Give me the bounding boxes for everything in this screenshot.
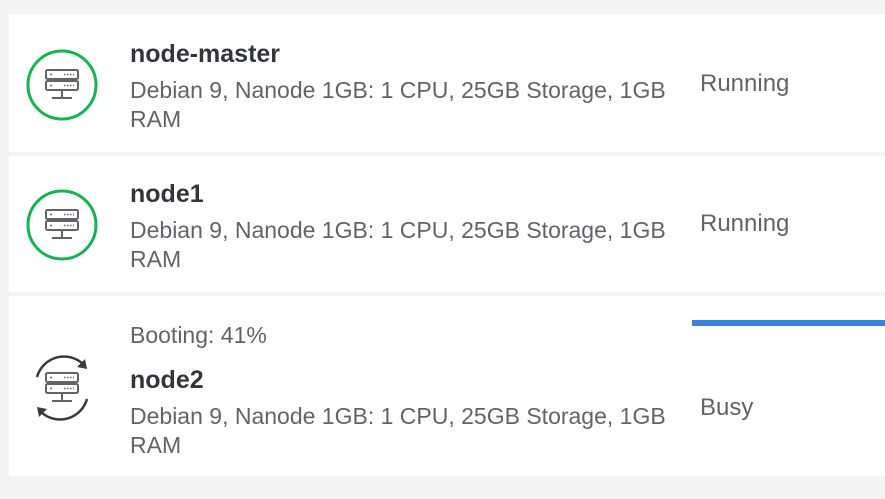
linode-row-node1[interactable]: node1 Debian 9, Nanode 1GB: 1 CPU, 25GB … bbox=[9, 156, 885, 292]
server-running-icon bbox=[25, 48, 99, 122]
server-running-icon bbox=[25, 188, 99, 262]
linode-row-node-master[interactable]: node-master Debian 9, Nanode 1GB: 1 CPU,… bbox=[9, 14, 885, 152]
server-busy-icon bbox=[25, 351, 99, 425]
linode-specs: Debian 9, Nanode 1GB: 1 CPU, 25GB Storag… bbox=[130, 217, 666, 272]
linode-status: Running bbox=[700, 70, 790, 97]
linode-name[interactable]: node1 bbox=[130, 180, 204, 209]
linode-specs: Debian 9, Nanode 1GB: 1 CPU, 25GB Storag… bbox=[130, 403, 666, 458]
linode-status: Busy bbox=[700, 394, 754, 421]
linode-list: node-master Debian 9, Nanode 1GB: 1 CPU,… bbox=[0, 0, 885, 499]
boot-progress-fill bbox=[692, 320, 885, 326]
linode-specs: Debian 9, Nanode 1GB: 1 CPU, 25GB Storag… bbox=[130, 77, 666, 132]
linode-name[interactable]: node2 bbox=[130, 366, 204, 395]
boot-progress-bar bbox=[692, 320, 885, 326]
booting-progress-text: Booting: 41% bbox=[130, 322, 267, 348]
linode-name[interactable]: node-master bbox=[130, 40, 280, 69]
linode-status: Running bbox=[700, 210, 790, 237]
